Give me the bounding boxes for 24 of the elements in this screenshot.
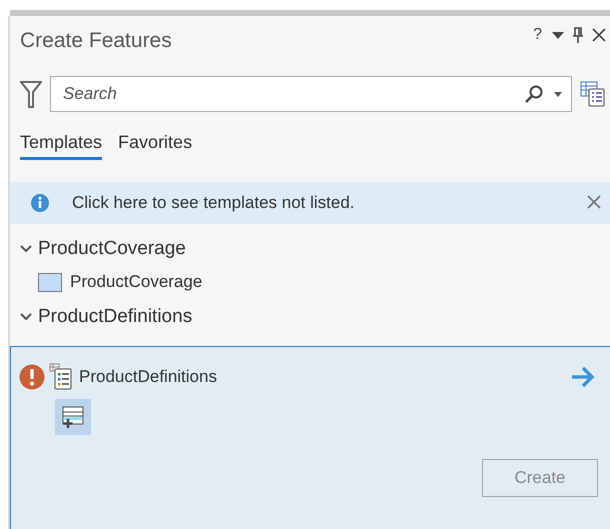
new-row-tool-button[interactable]: [55, 399, 91, 435]
filter-icon[interactable]: [20, 80, 42, 108]
polygon-swatch-icon: [38, 272, 62, 292]
dropdown-icon[interactable]: [554, 92, 562, 96]
close-icon[interactable]: [592, 28, 606, 42]
add-row-icon: [60, 405, 86, 429]
table-icon[interactable]: [580, 81, 606, 107]
search-icon[interactable]: [524, 84, 544, 104]
chevron-down-icon[interactable]: [20, 243, 32, 255]
tab[interactable]: Favorites: [118, 130, 192, 160]
table-icon: [49, 363, 73, 391]
template-item[interactable]: ProductCoverage: [70, 272, 202, 292]
chevron-down-icon[interactable]: [20, 311, 32, 323]
tab[interactable]: Templates: [20, 130, 102, 160]
pin-icon[interactable]: [572, 27, 584, 43]
group-header[interactable]: ProductCoverage: [38, 238, 186, 260]
group-header[interactable]: ProductDefinitions: [38, 306, 192, 328]
dropdown-icon[interactable]: [552, 32, 564, 38]
search-field[interactable]: Search: [50, 76, 572, 112]
template-name: ProductDefinitions: [79, 367, 218, 387]
arrow-right-icon[interactable]: [570, 366, 596, 388]
help-button[interactable]: ?: [531, 26, 544, 44]
info-icon: [30, 193, 50, 213]
pane-title: Create Features: [20, 29, 173, 53]
